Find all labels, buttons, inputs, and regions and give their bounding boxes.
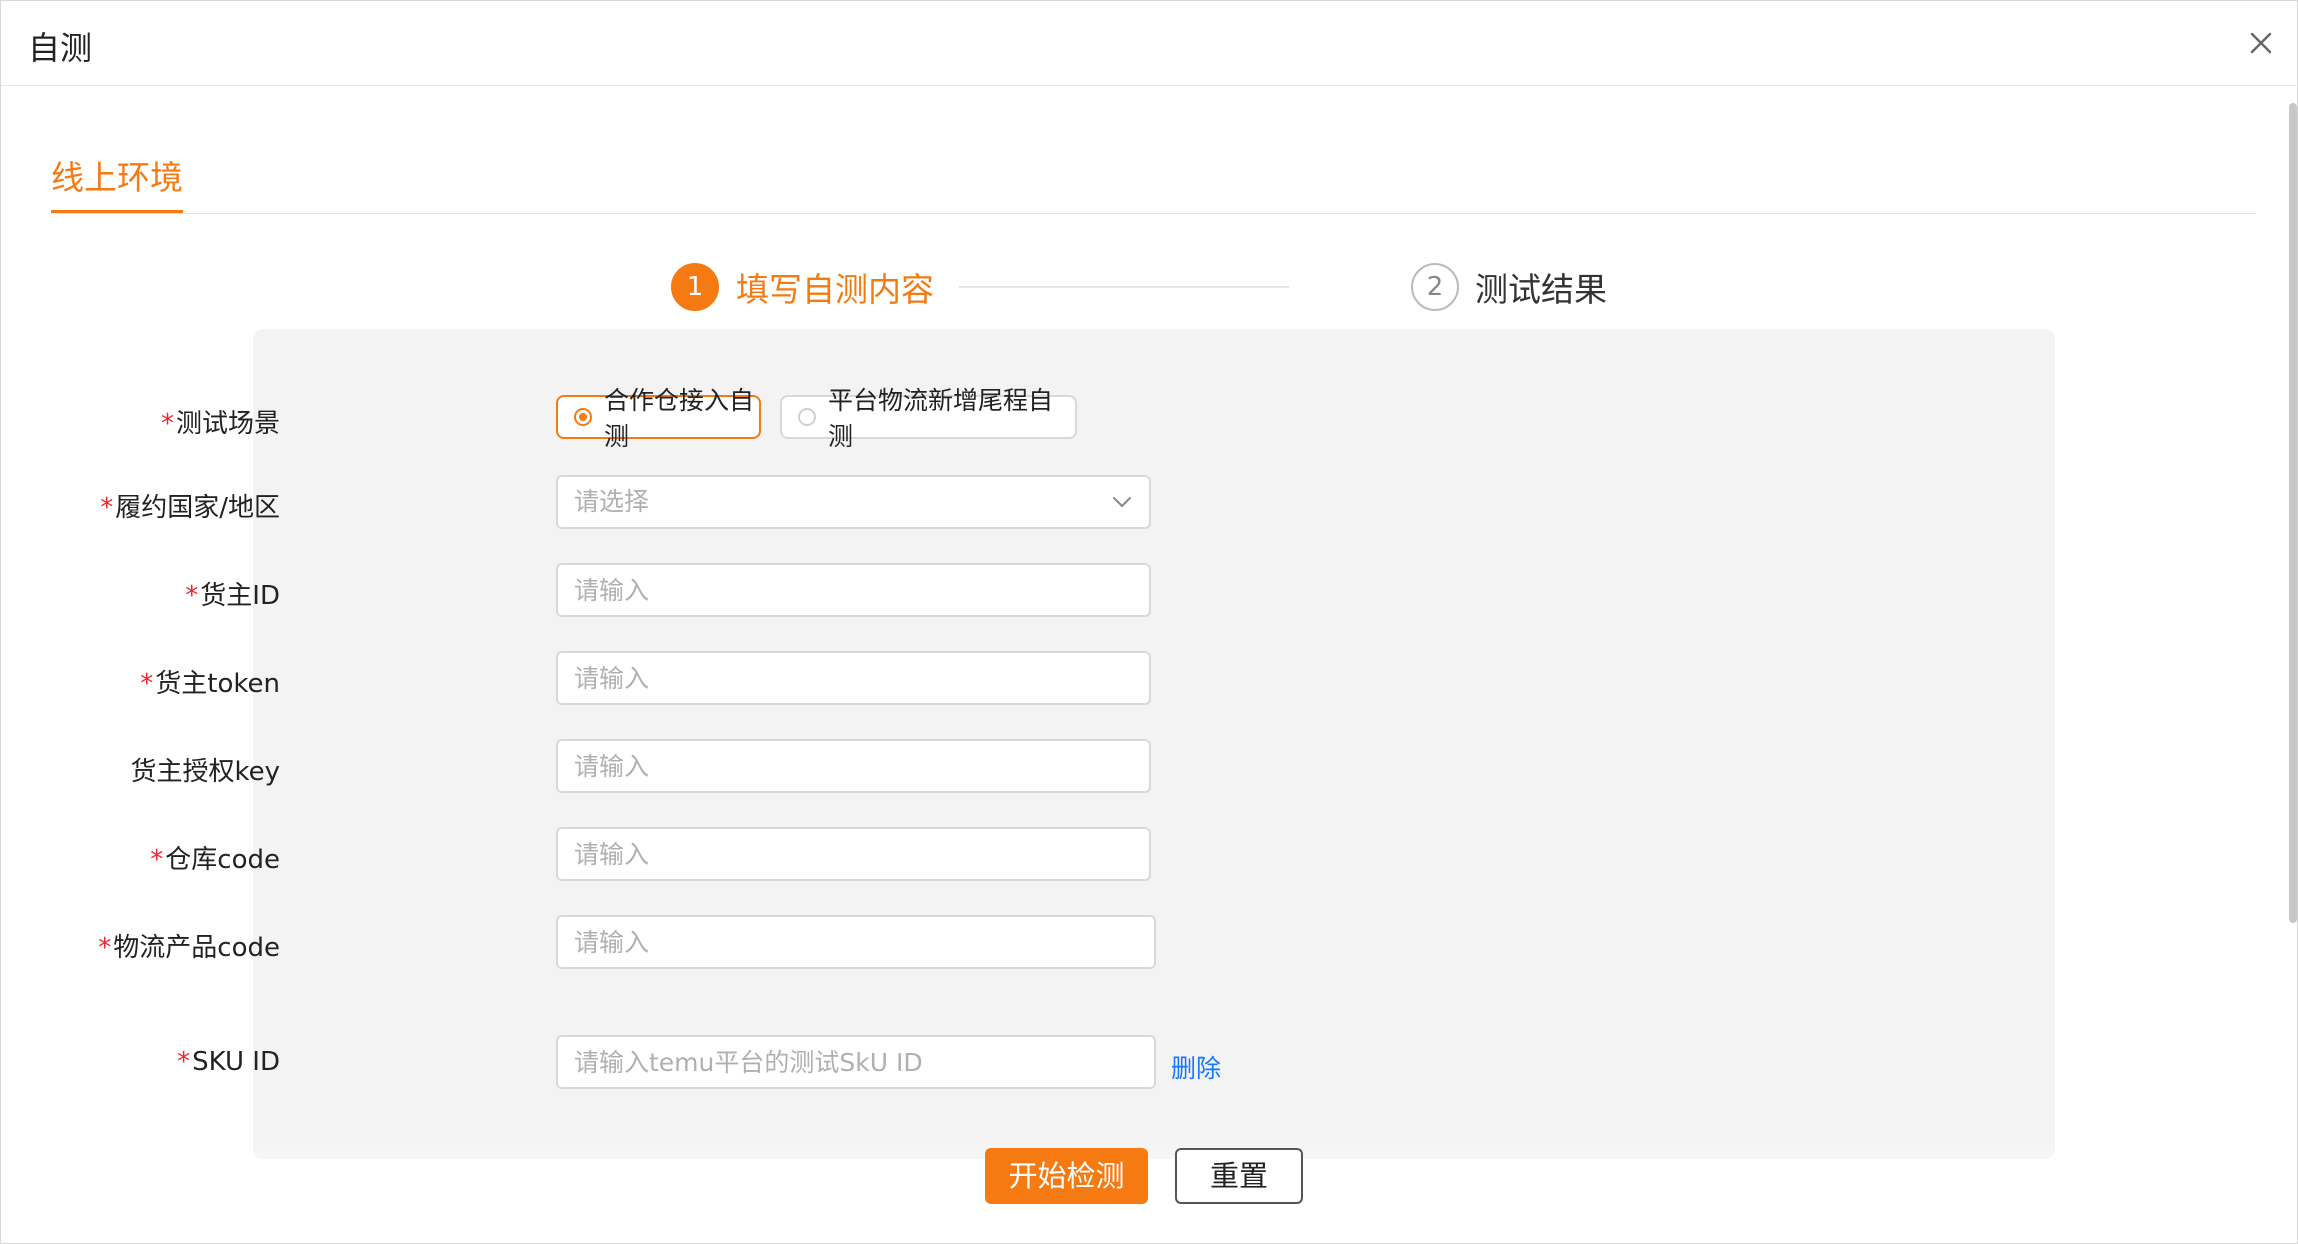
dialog-header: 自测 [1,1,2297,86]
chevron-down-icon [1113,497,1131,507]
required-mark: * [185,581,199,611]
delete-sku-link[interactable]: 删除 [1171,1049,1221,1085]
radio-label: 平台物流新增尾程自测 [828,386,1054,451]
warehouse-code-label-text: 仓库code [165,845,280,875]
required-mark: * [150,845,164,875]
scrollbar[interactable] [2289,103,2297,923]
radio-checked-icon [574,408,592,426]
logistics-code-input[interactable] [556,915,1156,969]
self-test-dialog: 自测 线上环境 1 填写自测内容 2 测试结果 *测试场景 合作仓接入自测 平台… [0,0,2298,1244]
owner-token-label-text: 货主token [155,669,280,699]
owner-auth-key-label: 货主授权key [130,751,280,788]
self-test-form: *测试场景 合作仓接入自测 平台物流新增尾程自测 *履约国家/地区 请选择 *货… [98,329,2055,1159]
scenario-option-partner-warehouse[interactable]: 合作仓接入自测 [556,386,761,451]
warehouse-code-input[interactable] [556,827,1151,881]
required-mark: * [140,669,154,699]
country-label: *履约国家/地区 [100,487,280,524]
country-select[interactable]: 请选择 [556,475,1151,529]
required-mark: * [160,409,174,439]
radio-unchecked-icon [798,408,816,426]
sku-id-label: *SKU ID [177,1047,280,1077]
required-mark: * [100,493,114,523]
bottom-fade [253,1126,2055,1243]
sku-id-input[interactable] [556,1035,1156,1089]
reset-button[interactable]: 重置 [1175,1148,1303,1204]
tab-online-environment[interactable]: 线上环境 [51,151,183,213]
scenario-option-platform-logistics[interactable]: 平台物流新增尾程自测 [780,386,1077,451]
step-number: 2 [1411,263,1459,311]
scenario-label-text: 测试场景 [175,409,280,439]
owner-id-label: *货主ID [185,575,280,612]
step-connector [959,286,1289,288]
required-mark: * [98,933,112,963]
warehouse-code-label: *仓库code [150,839,280,876]
step-label: 测试结果 [1475,270,1607,309]
logistics-code-label: *物流产品code [98,927,280,964]
owner-token-label: *货主token [140,663,280,700]
country-select-placeholder: 请选择 [574,487,650,516]
owner-id-input[interactable] [556,563,1151,617]
progress-steps: 1 填写自测内容 2 测试结果 [669,259,1629,315]
dialog-title: 自测 [28,29,93,67]
step-number: 1 [671,263,719,311]
close-icon[interactable] [2243,25,2279,61]
close-icon-graphic [2250,32,2272,54]
step-label: 填写自测内容 [736,270,934,309]
owner-token-input[interactable] [556,651,1151,705]
sku-id-label-text: SKU ID [192,1047,280,1077]
owner-auth-key-label-text: 货主授权key [130,757,280,787]
owner-auth-key-input[interactable] [556,739,1151,793]
start-test-button[interactable]: 开始检测 [985,1148,1148,1204]
environment-tabs: 线上环境 [51,151,2256,214]
owner-id-label-text: 货主ID [200,581,280,611]
required-mark: * [177,1047,191,1077]
country-label-text: 履约国家/地区 [115,493,280,523]
scenario-label: *测试场景 [161,403,280,440]
logistics-code-label-text: 物流产品code [113,933,280,963]
radio-label: 合作仓接入自测 [604,386,755,451]
